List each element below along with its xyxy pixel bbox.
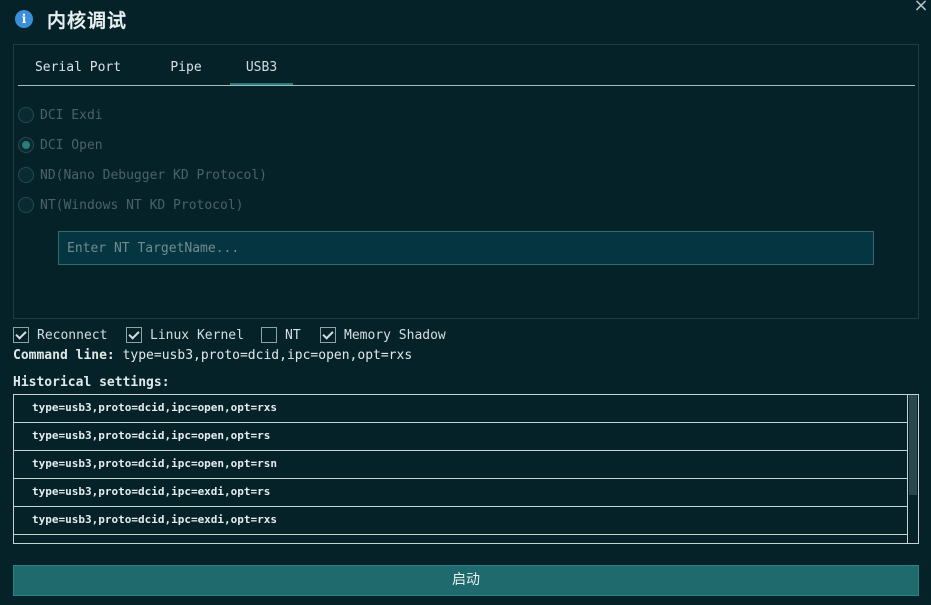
tab-pipe[interactable]: Pipe — [164, 55, 208, 85]
option-label: Linux Kernel — [150, 327, 244, 343]
close-icon[interactable]: × — [912, 0, 930, 15]
history-item[interactable]: type=usb3,proto=dcid,ipc=open,opt=rxs — [14, 395, 908, 423]
checkbox[interactable] — [126, 327, 142, 343]
title-bar: i 内核调试 × — [0, 0, 931, 40]
scroll-thumb[interactable] — [909, 395, 917, 495]
dialog-title: 内核调试 — [47, 10, 128, 32]
option-memory-shadow[interactable]: Memory Shadow — [320, 325, 446, 345]
command-line-label: Command line: — [13, 348, 115, 363]
history-item[interactable]: type=usb3,proto=dcid,ipc=open,opt=rsn — [14, 451, 908, 479]
target-name-input[interactable] — [58, 231, 874, 265]
history-item[interactable]: type=usb3,proto=dcid,ipc=exdi,opt=rs — [14, 479, 908, 507]
history-list: type=usb3,proto=dcid,ipc=open,opt=rxs ty… — [13, 394, 919, 544]
history-scrollbar[interactable] — [907, 395, 918, 543]
tab-bar: Serial Port Pipe USB3 — [18, 55, 915, 86]
option-linux-kernel[interactable]: Linux Kernel — [126, 325, 244, 345]
info-icon: i — [15, 10, 33, 28]
command-line: Command line: type=usb3,proto=dcid,ipc=o… — [13, 348, 412, 363]
history-item[interactable]: type=usb3,proto=dcid,ipc=exdi,opt=rxs — [14, 507, 908, 535]
option-label: Reconnect — [37, 327, 108, 343]
history-label: Historical settings: — [13, 375, 170, 390]
option-nt[interactable]: NT — [261, 325, 301, 345]
radio-button[interactable] — [18, 137, 34, 153]
protocol-nt[interactable]: NT(Windows NT KD Protocol) — [18, 195, 244, 215]
radio-button[interactable] — [18, 107, 34, 123]
protocol-label: DCI Open — [40, 137, 103, 153]
protocol-label: DCI Exdi — [40, 107, 103, 123]
checkbox[interactable] — [261, 327, 277, 343]
protocol-dci-open[interactable]: DCI Open — [18, 135, 103, 155]
connection-panel: Serial Port Pipe USB3 DCI Exdi DCI Open … — [13, 44, 919, 319]
command-line-value: type=usb3,proto=dcid,ipc=open,opt=rxs — [122, 348, 413, 363]
option-label: Memory Shadow — [344, 327, 446, 343]
history-item[interactable]: type=usb3,proto=dcid,ipc=open,opt=rs — [14, 423, 908, 451]
protocol-nd[interactable]: ND(Nano Debugger KD Protocol) — [18, 165, 267, 185]
option-reconnect[interactable]: Reconnect — [13, 325, 107, 345]
protocol-dci-exdi[interactable]: DCI Exdi — [18, 105, 103, 125]
radio-button[interactable] — [18, 167, 34, 183]
option-label: NT — [285, 327, 301, 343]
checkbox[interactable] — [13, 327, 29, 343]
checkbox[interactable] — [320, 327, 336, 343]
start-button[interactable]: 启动 — [13, 565, 919, 596]
protocol-label: ND(Nano Debugger KD Protocol) — [40, 167, 267, 183]
radio-button[interactable] — [18, 197, 34, 213]
protocol-label: NT(Windows NT KD Protocol) — [40, 197, 244, 213]
tab-usb3[interactable]: USB3 — [230, 55, 293, 85]
tab-serial-port[interactable]: Serial Port — [34, 55, 122, 85]
